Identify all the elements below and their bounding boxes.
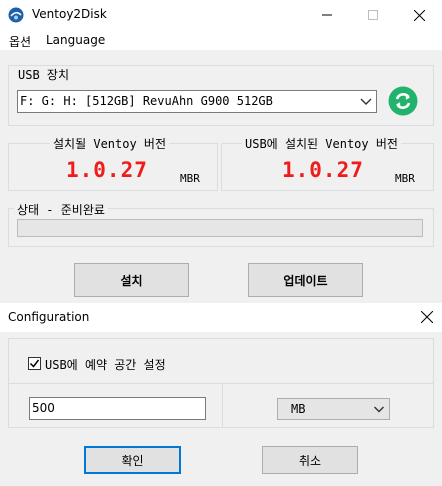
device-version-value: 1.0.27: [282, 158, 364, 182]
device-version-label: USB에 설치된 Ventoy 버전: [242, 135, 401, 152]
menu-language[interactable]: Language: [46, 33, 105, 47]
device-dropdown-value: F: G: H: [512GB] RevuAhn G900 512GB: [20, 94, 273, 108]
close-icon: [413, 9, 425, 21]
ventoy-app-icon: [8, 7, 24, 23]
reserve-space-label: USB에 예약 공간 설정: [45, 358, 166, 372]
local-version-value: 1.0.27: [66, 158, 148, 182]
local-partition-style: MBR: [180, 172, 200, 185]
maximize-button[interactable]: [350, 0, 396, 30]
chevron-down-icon: [360, 98, 372, 105]
divider: [222, 384, 223, 428]
menu-options[interactable]: 옵션: [9, 33, 31, 50]
install-button[interactable]: 설치: [74, 263, 189, 297]
checkmark-icon: [29, 359, 40, 368]
close-icon: [421, 311, 433, 323]
reserve-size-value: 500: [32, 401, 55, 415]
maximize-icon: [368, 10, 378, 20]
window-title: Ventoy2Disk: [32, 7, 107, 21]
reserve-size-input[interactable]: [29, 397, 206, 420]
dialog-title: Configuration: [8, 310, 90, 324]
refresh-icon[interactable]: [388, 86, 418, 116]
close-button[interactable]: [396, 0, 442, 30]
local-version-label: 설치될 Ventoy 버전: [50, 135, 169, 152]
progress-bar: [17, 219, 423, 237]
cancel-button[interactable]: 취소: [262, 446, 358, 474]
usb-device-label: USB 장치: [16, 66, 71, 83]
minimize-button[interactable]: [304, 0, 350, 30]
dialog-close-button[interactable]: [414, 305, 440, 329]
device-partition-style: MBR: [395, 172, 415, 185]
chevron-down-icon: [374, 406, 384, 413]
ok-button[interactable]: 확인: [84, 446, 181, 474]
minimize-icon: [322, 14, 332, 16]
unit-dropdown-value: MB: [291, 402, 306, 416]
reserve-space-checkbox[interactable]: [28, 357, 41, 370]
status-label: 상태 - 준비완료: [14, 201, 108, 218]
update-button[interactable]: 업데이트: [248, 263, 363, 297]
